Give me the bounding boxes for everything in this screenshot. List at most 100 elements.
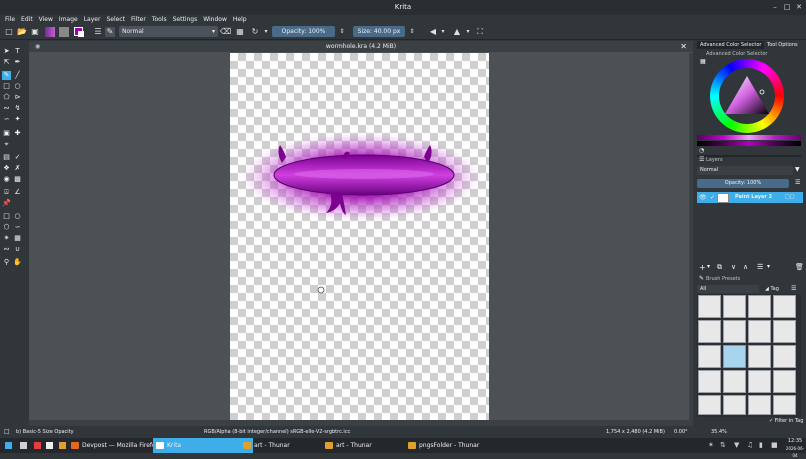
chevron-down-icon[interactable]: ▾ <box>438 27 448 37</box>
battery-icon[interactable]: ▮ <box>759 441 763 449</box>
similar-select-icon[interactable]: ▦ <box>13 234 22 243</box>
duplicate-layer-icon[interactable]: ⧉ <box>717 263 722 272</box>
ellipse-select-icon[interactable]: ○ <box>13 212 22 221</box>
wrap-around-icon[interactable]: ⛶ <box>475 27 485 37</box>
taskbar-thunar-art-2[interactable]: art - Thunar <box>322 438 418 453</box>
move-tool-icon[interactable]: ✚ <box>13 129 22 138</box>
document-tab[interactable]: wormhole.kra (4.2 MiB) ◉ ✕ <box>29 41 693 52</box>
reference-images-icon[interactable]: 📌 <box>2 199 11 208</box>
chevron-down-icon[interactable]: ▾ <box>707 263 710 270</box>
polygon-select-icon[interactable]: ⬡ <box>2 223 11 232</box>
mirror-vertical-icon[interactable]: ▲ <box>452 27 462 37</box>
status-zoom[interactable]: 35.4% <box>711 426 727 438</box>
pattern-swatch[interactable] <box>59 27 69 37</box>
brush-preset[interactable] <box>723 320 746 343</box>
brush-preset[interactable] <box>723 295 746 318</box>
brush-preset[interactable] <box>748 345 771 368</box>
bezier-tool-icon[interactable]: ∾ <box>2 104 11 113</box>
move-layer-down-icon[interactable]: ∨ <box>731 263 736 271</box>
move-layer-up-icon[interactable]: ∧ <box>743 263 748 271</box>
save-icon[interactable]: ▣ <box>30 27 40 37</box>
app-launcher-icon[interactable] <box>46 442 53 449</box>
brush-preset[interactable] <box>773 345 796 368</box>
close-icon[interactable]: ✕ <box>794 2 804 12</box>
gradient-swatch[interactable] <box>45 27 55 37</box>
enclose-fill-icon[interactable]: ▩ <box>13 175 22 184</box>
add-layer-icon[interactable]: + <box>699 263 706 272</box>
brush-options-icon[interactable]: □ <box>4 426 10 438</box>
terminal-launcher-icon[interactable] <box>20 442 27 449</box>
brush-preset[interactable] <box>748 320 771 343</box>
brush-preset[interactable] <box>773 320 796 343</box>
menu-filter[interactable]: Filter <box>128 15 149 24</box>
fill-tool-icon[interactable]: ◉ <box>2 175 11 184</box>
notifications-icon[interactable]: ■ <box>771 441 778 449</box>
layer-opacity-slider[interactable]: Opacity: 100% <box>697 179 789 188</box>
chevron-down-icon[interactable]: ▾ <box>767 263 770 270</box>
zoom-tool-icon[interactable]: ⚲ <box>2 258 11 267</box>
menu-edit[interactable]: Edit <box>18 15 36 24</box>
pan-tool-icon[interactable]: ✋ <box>13 258 22 267</box>
taskbar-firefox[interactable]: Devpost — Mozilla Firefox <box>68 438 164 453</box>
tab-tool-options[interactable]: Tool Options <box>764 41 801 49</box>
magnetic-select-icon[interactable]: ∪ <box>13 245 22 254</box>
new-document-icon[interactable]: □ <box>4 27 14 37</box>
freehand-path-icon[interactable]: ↯ <box>13 104 22 113</box>
tag-button[interactable]: ◢ Tag <box>765 285 779 293</box>
brush-menu-icon[interactable]: ☰ <box>791 285 796 292</box>
color-settings-icon[interactable]: ▦ <box>700 58 708 66</box>
text-tool-icon[interactable]: T <box>13 47 22 56</box>
folder-launcher-icon[interactable] <box>59 442 66 449</box>
brush-preset[interactable] <box>773 295 796 318</box>
eraser-icon[interactable]: ⌫ <box>220 27 231 37</box>
edit-brush-icon[interactable]: ☰ <box>93 27 103 37</box>
menu-settings[interactable]: Settings <box>170 15 201 24</box>
freehand-select-icon[interactable]: ∽ <box>13 223 22 232</box>
taskbar-thunar-pngs[interactable]: pngsFolder - Thunar <box>405 438 514 453</box>
dynamic-brush-icon[interactable]: ∽ <box>2 115 11 124</box>
alpha-lock-icon[interactable]: □□ <box>785 194 794 200</box>
color-history-icon[interactable]: ◔ <box>699 147 705 154</box>
brush-preset[interactable] <box>748 395 771 415</box>
brush-preset[interactable] <box>748 295 771 318</box>
clock[interactable]: 12:35 2026-06-04 <box>784 438 806 459</box>
size-slider[interactable]: Size: 40.00 px <box>353 26 405 37</box>
layer-row[interactable]: 👁 ✓ Paint Layer 2 □□ <box>697 192 803 203</box>
brush-preset[interactable] <box>748 370 771 393</box>
smart-patch-icon[interactable]: ✗ <box>13 164 22 173</box>
rectangle-tool-icon[interactable]: □ <box>2 82 11 91</box>
opacity-spin-icon[interactable]: ⇕ <box>337 27 347 37</box>
calligraphy-icon[interactable]: ✒ <box>13 58 22 67</box>
bluetooth-icon[interactable]: ✶ <box>708 441 714 449</box>
menu-tools[interactable]: Tools <box>149 15 170 24</box>
crop-tool-icon[interactable]: ⌖ <box>2 140 11 149</box>
menu-file[interactable]: File <box>2 15 18 24</box>
brush-preset[interactable] <box>723 395 746 415</box>
blend-mode-select[interactable]: Normal ▾ <box>119 26 218 37</box>
freehand-brush-icon[interactable]: ✎ <box>2 71 11 80</box>
mirror-horizontal-icon[interactable]: ◀ <box>428 27 438 37</box>
chevron-down-icon[interactable]: ▾ <box>261 27 271 37</box>
layer-blend-mode-select[interactable]: Normal <box>697 166 793 175</box>
gradient-tool-icon[interactable]: ▤ <box>2 153 11 162</box>
select-shapes-icon[interactable]: ➤ <box>2 47 11 56</box>
wifi-icon[interactable]: ▼ <box>734 441 739 449</box>
brush-preset[interactable] <box>773 395 796 415</box>
menu-view[interactable]: View <box>36 15 56 24</box>
network-icon[interactable]: ⇅ <box>720 441 726 449</box>
vertical-scrollbar[interactable] <box>689 53 693 420</box>
shade-bar-1[interactable] <box>697 135 801 140</box>
edit-shapes-icon[interactable]: ⇱ <box>2 58 11 67</box>
menu-image[interactable]: Image <box>56 15 81 24</box>
assistant-tool-icon[interactable]: ⍓ <box>2 188 11 197</box>
brush-preset[interactable] <box>698 370 721 393</box>
start-menu-icon[interactable] <box>5 442 12 449</box>
line-tool-icon[interactable]: ╱ <box>13 71 22 80</box>
volume-icon[interactable]: ♫ <box>747 441 753 449</box>
filter-in-tag-checkbox[interactable]: ✓ Filter in Tag <box>769 418 803 425</box>
brush-filter-select[interactable]: All <box>697 285 759 293</box>
taskbar-krita[interactable]: Krita <box>153 438 253 453</box>
tab-advanced-color-selector[interactable]: Advanced Color Selector <box>697 41 765 49</box>
menu-help[interactable]: Help <box>230 15 250 24</box>
measure-tool-icon[interactable]: ∠ <box>13 188 22 197</box>
